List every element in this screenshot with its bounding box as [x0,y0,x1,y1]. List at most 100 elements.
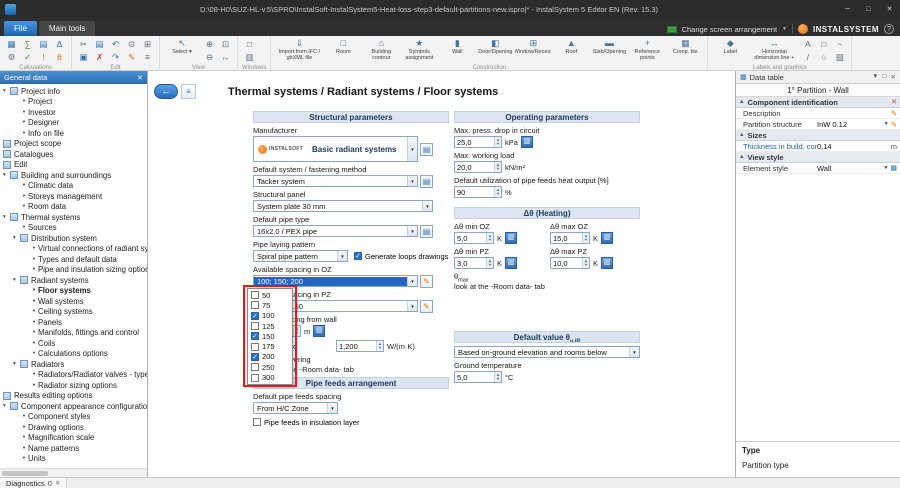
sidebar-item-catalogues[interactable]: Catalogues [0,149,147,160]
sidebar-item-ceiling-systems[interactable]: •Ceiling systems [0,307,147,318]
sidebar-item-investor[interactable]: •Investor [0,107,147,118]
spacing-checkbox[interactable] [251,353,259,361]
tree-expander-icon[interactable]: ▾ [3,172,10,178]
style-table-icon[interactable]: ▦ [890,164,897,172]
ribbon-button-window-recess[interactable]: ⊞Window/Recess [515,38,551,64]
sidebar-item-component-styles[interactable]: •Component styles [0,412,147,423]
spinner-buttons[interactable]: ▲▼ [486,233,493,243]
sidebar-item-designer[interactable]: •Designer [0,118,147,129]
tree-expander-icon[interactable]: ▾ [13,361,20,367]
formula-icon[interactable]: ▥ [521,136,533,148]
dropdown-arrow-icon[interactable]: ▼ [422,201,432,211]
dropdown-arrow-icon[interactable]: ▼ [884,121,889,127]
copy-icon[interactable]: ▣ [76,51,91,63]
sidebar-item-pipe-and-insulation-sizing-options[interactable]: •Pipe and insulation sizing options [0,265,147,276]
diagnostics-list-icon[interactable]: ! [36,51,51,63]
edit-pencil-icon[interactable]: ✎ [891,109,897,118]
spinner-buttons[interactable]: ▲▼ [494,137,501,147]
ribbon-button-comp-tile[interactable]: ▦Comp. tile [667,38,703,64]
sidebar-item-project-info[interactable]: ▾Project info [0,86,147,97]
check-data-icon[interactable]: ✓ [20,51,35,63]
spinner-buttons[interactable]: ▲▼ [376,341,383,351]
working-load-input[interactable]: 20,0 ▲▼ [454,161,502,173]
spacing-option-150[interactable]: 150 [248,331,292,341]
sidebar-item-drawing-options[interactable]: •Drawing options [0,422,147,433]
tile-windows-icon[interactable]: ▥ [242,51,257,63]
spacing-option-125[interactable]: 125 [248,321,292,331]
ribbon-button-horizontal-dimension-line[interactable]: ↔Horizontal dimension line + [750,38,798,64]
spacing-option-50[interactable]: 50 [248,290,292,300]
manufacturer-select[interactable]: INSTALSOFT Basic radiant systems ▼ [253,136,418,162]
spacing-option-100[interactable]: 100 [248,311,292,321]
panel-menu-icon[interactable]: ▼ [872,73,878,81]
image-icon[interactable]: ▨ [832,51,847,63]
general-data-tab[interactable]: General data ✕ [0,71,147,84]
dropdown-arrow-icon[interactable]: ▼ [407,276,417,286]
tree-expander-icon[interactable]: ▾ [13,277,20,283]
dropdown-arrow-icon[interactable]: ▼ [407,137,417,161]
dt-max-pz-input[interactable]: 10,0 ▲▼ [550,257,590,269]
ribbon-button-roof[interactable]: ▲Roof [553,38,589,64]
spinner-buttons[interactable]: ▲▼ [486,258,493,268]
group-elements-icon[interactable]: ⊞ [140,38,155,50]
edit-pencil-icon[interactable]: ✎ [891,120,897,129]
sidebar-item-calculations-options[interactable]: •Calculations options [0,349,147,360]
pipe-type-select[interactable]: 16x2.0 / PEX pipe ▼ [253,225,418,237]
redo-icon[interactable]: ↷ [108,51,123,63]
spacing-option-175[interactable]: 175 [248,341,292,351]
catalogue-button[interactable]: ▤ [420,143,433,156]
close-icon[interactable]: ✕ [137,74,143,82]
draw-rectangle-icon[interactable]: □ [816,38,831,50]
main-tools-tab[interactable]: Main tools [39,21,95,36]
ribbon-button-symbols-assignment[interactable]: ★Symbols assignment [401,38,437,64]
insulation-checkbox[interactable] [253,418,261,426]
structural-panel-select[interactable]: System plate 30 mm ▼ [253,200,433,212]
formula-icon[interactable]: ▥ [313,325,325,337]
ribbon-button-wall[interactable]: ▮Wall [439,38,475,64]
results-tables-icon[interactable]: ▤ [36,38,51,50]
sidebar-item-distribution-system[interactable]: ▾Distribution system [0,233,147,244]
sidebar-item-climatic-data[interactable]: •Climatic data [0,181,147,192]
ribbon-button-label[interactable]: ◆Label [712,38,748,64]
ribbon-button-select[interactable]: ↖Select ▾ [164,38,200,64]
pipe-feeds-spacing-select[interactable]: From H/C Zone ▼ [253,402,338,414]
horizontal-scrollbar[interactable] [0,468,147,477]
ribbon-button-reference-points[interactable]: +Reference points [629,38,665,64]
edit-pencil-button[interactable]: ✎ [420,300,433,313]
sidebar-item-room-data[interactable]: •Room data [0,202,147,213]
sidebar-item-info-on-file[interactable]: •Info on file [0,128,147,139]
cut-icon[interactable]: ✂ [76,38,91,50]
spacing-checkbox[interactable] [251,301,259,309]
spacing-option-200[interactable]: 200 [248,352,292,362]
sidebar-item-name-patterns[interactable]: •Name patterns [0,443,147,454]
spacing-checkbox[interactable] [251,332,259,340]
ribbon-button-building-contour[interactable]: ⌂Building contour [363,38,399,64]
spacing-option-75[interactable]: 75 [248,300,292,310]
draw-line-icon[interactable]: / [800,51,815,63]
sidebar-item-thermal-systems[interactable]: ▾Thermal systems [0,212,147,223]
sidebar-item-radiator-sizing-options[interactable]: •Radiator sizing options [0,380,147,391]
catalogue-button[interactable]: ▤ [420,175,433,188]
utilization-input[interactable]: 90 ▲▼ [454,186,502,198]
spacing-checkbox[interactable] [251,312,259,320]
sidebar-item-radiators[interactable]: ▾Radiators [0,359,147,370]
element-style-value[interactable]: Wall [817,164,883,173]
polyline-icon[interactable]: ~ [832,38,847,50]
dropdown-arrow-icon[interactable]: ▼ [337,251,347,261]
text-note-icon[interactable]: A [800,38,815,50]
formula-icon[interactable]: ▥ [505,232,517,244]
edit-pencil-button[interactable]: ✎ [420,275,433,288]
tree-expander-icon[interactable]: ▾ [3,403,10,409]
laying-pattern-select[interactable]: Spiral pipe pattern ▼ [253,250,348,262]
collapse-icon[interactable]: ▲ [739,154,744,160]
dt-max-oz-input[interactable]: 15,0 ▲▼ [550,232,590,244]
pan-icon[interactable]: ↔ [218,51,233,63]
sidebar-item-sources[interactable]: •Sources [0,223,147,234]
section-component-identification[interactable]: ▲ Component identification ✕ [736,97,900,108]
dropdown-arrow-icon[interactable]: ▼ [407,176,417,186]
spacing-checkbox[interactable] [251,374,259,382]
maximize-button[interactable]: □ [858,0,879,18]
selected-component[interactable]: 1° Partition - Wall [736,84,900,97]
sidebar-item-radiant-systems[interactable]: ▾Radiant systems [0,275,147,286]
spacing-option-300[interactable]: 300 [248,372,292,382]
